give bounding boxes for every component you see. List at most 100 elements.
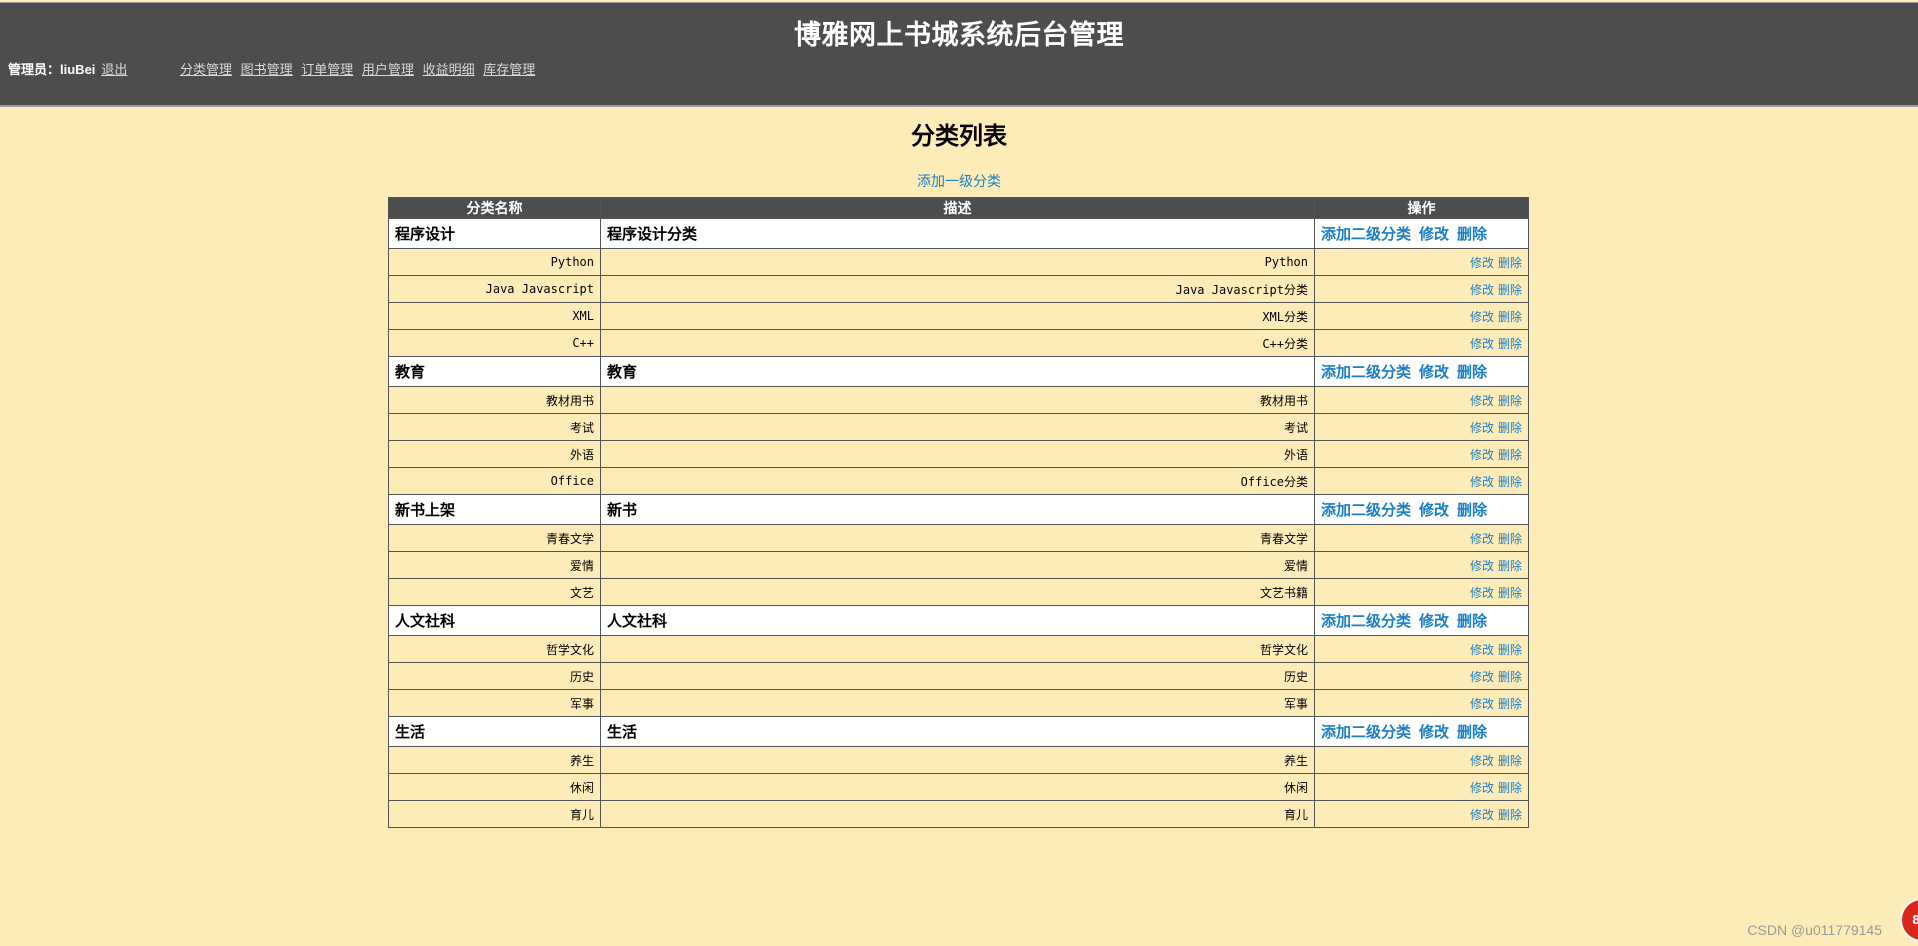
nav-order-management[interactable]: 订单管理 [301,62,353,77]
edit-link[interactable]: 修改 [1470,586,1494,600]
nav-revenue-details[interactable]: 收益明细 [423,62,475,77]
subcategory-row: Python Python 修改 删除 [388,248,1529,276]
edit-link[interactable]: 修改 [1470,697,1494,711]
edit-link[interactable]: 修改 [1470,421,1494,435]
category-name: 教育 [388,356,601,387]
edit-link[interactable]: 修改 [1470,559,1494,573]
add-subcategory-link[interactable]: 添加二级分类 [1321,612,1411,630]
category-actions: 添加二级分类 修改 删除 [1314,494,1529,525]
category-table: 分类名称 描述 操作 程序设计 程序设计分类 添加二级分类 修改 删除 Python Pyt… [388,197,1529,828]
subcategory-actions: 修改 删除 [1314,773,1529,801]
edit-link[interactable]: 修改 [1470,310,1494,324]
category-name: 生活 [388,716,601,747]
subcategory-row: 文艺 文艺书籍 修改 删除 [388,578,1529,606]
add-subcategory-link[interactable]: 添加二级分类 [1321,363,1411,381]
edit-link[interactable]: 修改 [1419,225,1449,243]
delete-link[interactable]: 删除 [1498,781,1522,795]
edit-link[interactable]: 修改 [1470,670,1494,684]
subcategory-name: Office [388,467,601,495]
edit-link[interactable]: 修改 [1470,781,1494,795]
edit-link[interactable]: 修改 [1419,501,1449,519]
delete-link[interactable]: 删除 [1498,670,1522,684]
delete-link[interactable]: 删除 [1498,283,1522,297]
subcategory-actions: 修改 删除 [1314,551,1529,579]
edit-link[interactable]: 修改 [1470,475,1494,489]
delete-link[interactable]: 删除 [1457,225,1487,243]
edit-link[interactable]: 修改 [1470,808,1494,822]
subcategory-name: Java Javascript [388,275,601,303]
subcategory-row: C++ C++分类 修改 删除 [388,329,1529,357]
category-name: 人文社科 [388,605,601,636]
delete-link[interactable]: 删除 [1457,723,1487,741]
delete-link[interactable]: 删除 [1498,475,1522,489]
edit-link[interactable]: 修改 [1470,256,1494,270]
subcategory-description: C++分类 [600,329,1315,357]
nav-book-management[interactable]: 图书管理 [241,62,293,77]
subcategory-description: 历史 [600,662,1315,690]
delete-link[interactable]: 删除 [1498,697,1522,711]
subcategory-actions: 修改 删除 [1314,662,1529,690]
delete-link[interactable]: 删除 [1498,754,1522,768]
edit-link[interactable]: 修改 [1419,723,1449,741]
admin-info: 管理员：liuBei 退出 [8,59,127,78]
subcategory-description: 青春文学 [600,524,1315,552]
delete-link[interactable]: 删除 [1498,532,1522,546]
category-name: 新书上架 [388,494,601,525]
subcategory-row: 考试 考试 修改 删除 [388,413,1529,441]
header-bar: 博雅网上书城系统后台管理 管理员：liuBei 退出 分类管理 图书管理 订单管理… [0,2,1918,107]
subcategory-row: Office Office分类 修改 删除 [388,467,1529,495]
nav-inventory-management[interactable]: 库存管理 [483,62,535,77]
delete-link[interactable]: 删除 [1498,559,1522,573]
delete-link[interactable]: 删除 [1457,363,1487,381]
nav-user-management[interactable]: 用户管理 [362,62,414,77]
add-top-category-link[interactable]: 添加一级分类 [0,171,1918,191]
category-row: 新书上架 新书 添加二级分类 修改 删除 [388,494,1529,525]
add-subcategory-link[interactable]: 添加二级分类 [1321,501,1411,519]
edit-link[interactable]: 修改 [1470,532,1494,546]
edit-link[interactable]: 修改 [1470,754,1494,768]
delete-link[interactable]: 删除 [1457,612,1487,630]
delete-link[interactable]: 删除 [1498,421,1522,435]
category-description: 新书 [600,494,1315,525]
subcategory-actions: 修改 删除 [1314,800,1529,828]
notification-badge[interactable]: 86 [1900,898,1918,942]
edit-link[interactable]: 修改 [1470,643,1494,657]
subcategory-name: 爱情 [388,551,601,579]
delete-link[interactable]: 删除 [1498,256,1522,270]
subcategory-name: C++ [388,329,601,357]
delete-link[interactable]: 删除 [1498,448,1522,462]
edit-link[interactable]: 修改 [1419,363,1449,381]
delete-link[interactable]: 删除 [1498,394,1522,408]
edit-link[interactable]: 修改 [1470,448,1494,462]
category-description: 程序设计分类 [600,218,1315,249]
delete-link[interactable]: 删除 [1457,501,1487,519]
add-subcategory-link[interactable]: 添加二级分类 [1321,723,1411,741]
admin-name: liuBei [60,62,96,77]
delete-link[interactable]: 删除 [1498,337,1522,351]
subcategory-description: Python [600,248,1315,276]
add-subcategory-link[interactable]: 添加二级分类 [1321,225,1411,243]
delete-link[interactable]: 删除 [1498,808,1522,822]
main-nav: 分类管理 图书管理 订单管理 用户管理 收益明细 库存管理 [180,59,540,78]
delete-link[interactable]: 删除 [1498,586,1522,600]
edit-link[interactable]: 修改 [1419,612,1449,630]
delete-link[interactable]: 删除 [1498,643,1522,657]
subcategory-name: 外语 [388,440,601,468]
edit-link[interactable]: 修改 [1470,337,1494,351]
edit-link[interactable]: 修改 [1470,283,1494,297]
header-actions: 操作 [1314,197,1529,219]
subcategory-description: Java Javascript分类 [600,275,1315,303]
subcategory-actions: 修改 删除 [1314,578,1529,606]
subcategory-name: 历史 [388,662,601,690]
subcategory-actions: 修改 删除 [1314,635,1529,663]
edit-link[interactable]: 修改 [1470,394,1494,408]
subcategory-name: 文艺 [388,578,601,606]
subcategory-name: 青春文学 [388,524,601,552]
subcategory-row: 育儿 育儿 修改 删除 [388,800,1529,828]
logout-link[interactable]: 退出 [101,62,127,77]
nav-category-management[interactable]: 分类管理 [180,62,232,77]
delete-link[interactable]: 删除 [1498,310,1522,324]
subcategory-actions: 修改 删除 [1314,329,1529,357]
subcategory-row: 休闲 休闲 修改 删除 [388,773,1529,801]
category-row: 人文社科 人文社科 添加二级分类 修改 删除 [388,605,1529,636]
